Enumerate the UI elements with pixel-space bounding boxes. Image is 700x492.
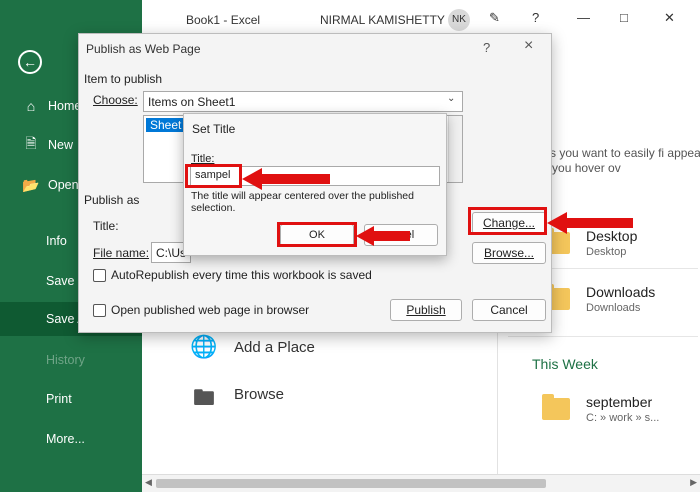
sidebar-item-print[interactable]: Print xyxy=(0,382,142,416)
sidebar-item-label: History xyxy=(46,353,85,367)
open-in-browser-checkbox[interactable] xyxy=(93,304,106,317)
choose-label: Choose: xyxy=(93,93,138,107)
red-arrow-icon xyxy=(547,212,633,234)
globe-icon: 🌐 xyxy=(190,334,218,359)
folder-name: september xyxy=(586,394,653,410)
publish-button[interactable]: Publish xyxy=(390,299,462,321)
divider xyxy=(508,336,698,337)
open-folder-icon: 📂 xyxy=(22,176,40,193)
autorepublish-label: AutoRepublish every time this workbook i… xyxy=(111,268,372,282)
title-input-highlight xyxy=(185,164,242,188)
browse-label: Browse xyxy=(234,385,285,403)
browse-option[interactable]: 🖿 Browse xyxy=(188,381,285,410)
help-icon[interactable]: ? xyxy=(532,10,539,25)
maximize-icon[interactable]: □ xyxy=(620,10,628,25)
scroll-right-icon[interactable]: ▶ xyxy=(690,477,697,488)
new-file-icon: 🗎 xyxy=(25,135,37,151)
sidebar-item-label: Home xyxy=(48,99,82,113)
folder-path: Desktop xyxy=(586,246,627,258)
open-in-browser-label: Open published web page in browser xyxy=(111,303,310,317)
sidebar-item-label: Save xyxy=(46,274,75,288)
back-arrow-icon[interactable]: ← xyxy=(18,50,42,74)
home-icon: ⌂ xyxy=(26,98,36,114)
file-name-label: File name: xyxy=(93,246,150,260)
cancel-button[interactable]: Cancel xyxy=(472,299,546,321)
folder-icon: 🖿 xyxy=(192,385,215,410)
dialog-title: Set Title xyxy=(192,122,236,136)
this-week-heading: This Week xyxy=(532,356,598,372)
scroll-thumb[interactable] xyxy=(156,479,546,488)
scroll-left-icon[interactable]: ◀ xyxy=(145,477,152,488)
help-icon[interactable]: ? xyxy=(483,40,490,55)
change-button-highlight xyxy=(468,207,547,235)
ok-button-highlight xyxy=(277,222,357,247)
publish-as-heading: Publish as xyxy=(84,193,140,207)
sidebar-item-more[interactable]: More... xyxy=(0,422,142,456)
close-icon[interactable]: × xyxy=(524,37,533,55)
list-scrollbar[interactable] xyxy=(448,116,462,182)
horizontal-scrollbar[interactable]: ◀ ▶ xyxy=(142,474,700,492)
avatar[interactable]: NK xyxy=(448,9,470,31)
sidebar-item-history: History xyxy=(0,343,142,377)
sidebar-item-label: Open xyxy=(48,178,79,192)
close-icon[interactable]: ✕ xyxy=(664,10,675,26)
sidebar-item-label: New xyxy=(48,138,74,152)
folder-path: C: » work » s... xyxy=(586,412,660,424)
sidebar-item-label: Print xyxy=(46,392,72,406)
folder-path: Downloads xyxy=(586,302,641,314)
minimize-icon[interactable]: — xyxy=(577,10,590,25)
folder-name: Downloads xyxy=(586,284,656,300)
item-to-publish-heading: Item to publish xyxy=(84,72,163,86)
list-item[interactable]: Sheet xyxy=(146,118,186,132)
choose-select[interactable]: Items on Sheet1 xyxy=(143,91,463,112)
browse-button[interactable]: Browse... xyxy=(472,242,546,264)
red-arrow-icon xyxy=(356,226,410,246)
dialog-title: Publish as Web Page xyxy=(86,42,201,56)
title-hint: The title will appear centered over the … xyxy=(191,190,414,214)
autorepublish-checkbox[interactable] xyxy=(93,269,106,282)
add-place-option[interactable]: 🌐 Add a Place xyxy=(188,334,315,360)
document-title: Book1 - Excel xyxy=(186,13,261,27)
user-name: NIRMAL KAMISHETTY xyxy=(320,13,445,27)
add-place-label: Add a Place xyxy=(234,338,315,356)
sidebar-item-label: More... xyxy=(46,432,85,446)
folder-icon xyxy=(542,394,570,420)
red-arrow-icon xyxy=(242,168,330,190)
coauthoring-icon[interactable]: ✎ xyxy=(489,10,500,26)
title-label: Title: xyxy=(93,219,119,233)
choose-value: Items on Sheet1 xyxy=(148,95,236,109)
sidebar-item-label: Info xyxy=(46,234,67,248)
chevron-down-icon[interactable]: ⌄ xyxy=(447,93,455,104)
